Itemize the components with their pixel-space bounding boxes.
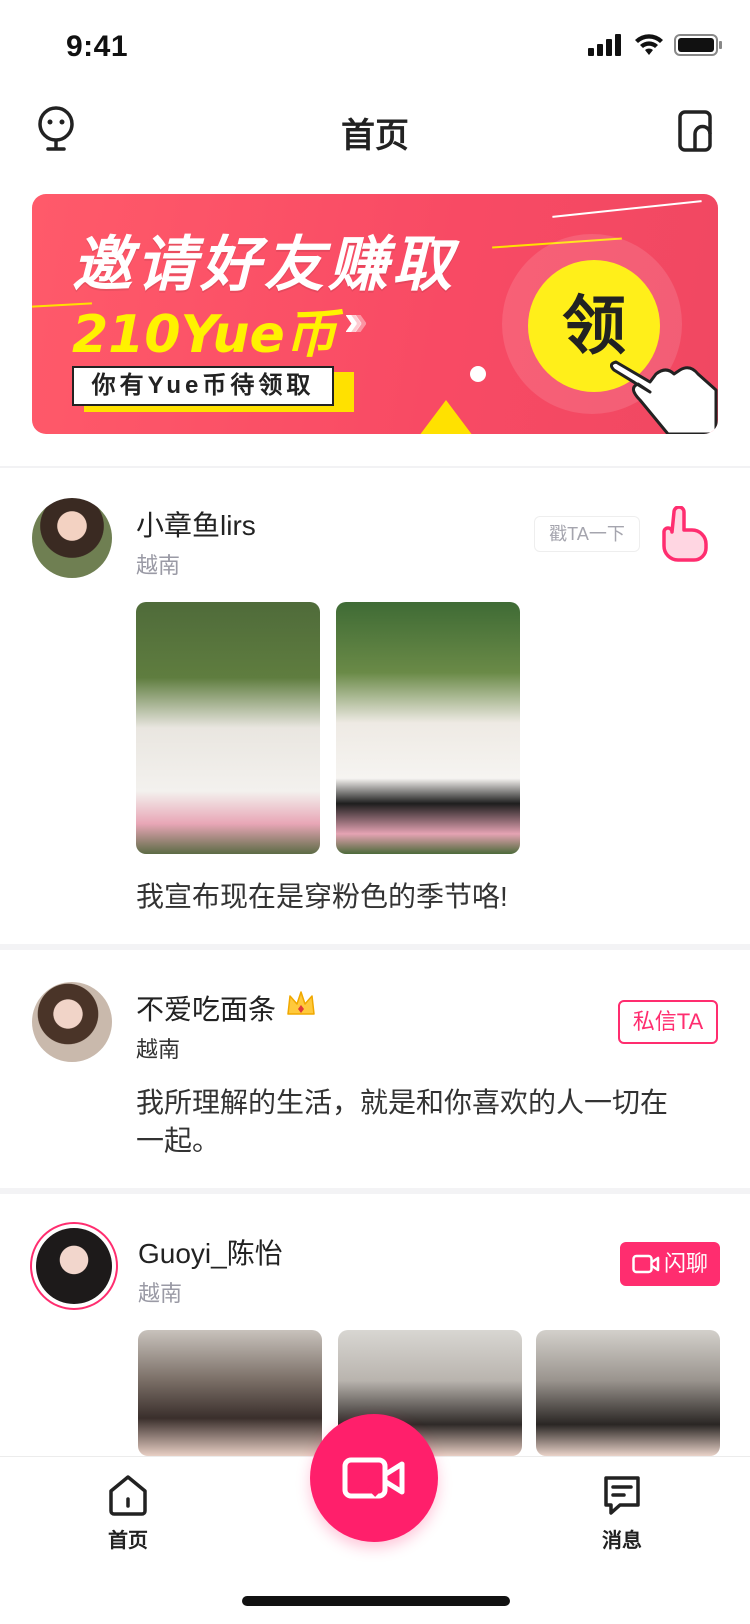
flash-chat-label: 闪聊 <box>663 1251 708 1276</box>
post-author-name[interactable]: Guoyi_陈怡 <box>138 1232 283 1272</box>
flash-chat-button[interactable]: 闪聊 <box>620 1242 720 1286</box>
banner-amount: 210Yue币 <box>72 305 337 365</box>
avatar[interactable] <box>32 498 112 578</box>
video-icon <box>632 1254 660 1274</box>
tab-home[interactable]: 首页 <box>88 1473 168 1553</box>
post-author-name[interactable]: 小章鱼lirs <box>136 504 256 544</box>
banner-subtitle-box: 你有Yue币待领取 <box>72 366 354 412</box>
tab-messages[interactable]: 消息 <box>582 1473 662 1553</box>
clip-icon[interactable] <box>678 110 712 152</box>
avatar[interactable] <box>32 982 112 1062</box>
wifi-icon <box>635 34 663 55</box>
message-button[interactable]: 私信TA <box>618 1000 718 1044</box>
divider <box>0 466 750 468</box>
post-location: 越南 <box>138 1281 183 1306</box>
arrows-icon: ››› <box>344 296 367 345</box>
battery-icon <box>674 34 722 56</box>
home-indicator <box>242 1596 510 1606</box>
crown-icon <box>287 991 315 1015</box>
video-call-button[interactable] <box>310 1414 438 1542</box>
tab-home-label: 首页 <box>108 1530 148 1552</box>
post-location: 越南 <box>136 553 181 578</box>
tab-messages-label: 消息 <box>602 1530 642 1552</box>
header: 首页 <box>0 96 750 166</box>
banner-triangle <box>416 400 476 434</box>
invite-banner[interactable]: 邀请好友赚取 210Yue币 ››› 你有Yue币待领取 领 <box>32 194 718 434</box>
post-text: 我宣布现在是穿粉色的季节咯! <box>136 881 508 912</box>
status-icons <box>588 34 722 56</box>
post-photo[interactable] <box>138 1330 322 1456</box>
post-photo[interactable] <box>536 1330 720 1456</box>
banner-subtitle: 你有Yue币待领取 <box>72 366 334 406</box>
post-location: 越南 <box>136 1037 181 1062</box>
message-icon <box>604 1476 640 1515</box>
avatar[interactable] <box>30 1222 118 1310</box>
page-title: 首页 <box>341 117 409 155</box>
status-bar: 9:41 <box>0 0 750 88</box>
banner-decor-line <box>552 200 702 218</box>
video-camera-icon <box>342 1457 405 1499</box>
home-icon <box>109 1475 147 1516</box>
post-photo[interactable] <box>336 602 520 854</box>
signal-icon <box>588 34 621 56</box>
pointing-hand-icon <box>610 360 718 434</box>
poke-label: 戳TA一下 <box>534 516 640 552</box>
divider <box>0 1188 750 1194</box>
post-text: 一起。 <box>136 1125 221 1156</box>
banner-title: 邀请好友赚取 <box>72 230 456 300</box>
post-author-name[interactable]: 不爱吃面条 <box>136 988 276 1028</box>
banner-dot <box>470 366 486 382</box>
poke-hand-icon[interactable] <box>660 506 710 562</box>
post-text: 我所理解的生活，就是和你喜欢的人一切在 <box>136 1087 669 1118</box>
post-photo[interactable] <box>136 602 320 854</box>
status-time: 9:41 <box>66 30 129 63</box>
divider <box>0 944 750 950</box>
